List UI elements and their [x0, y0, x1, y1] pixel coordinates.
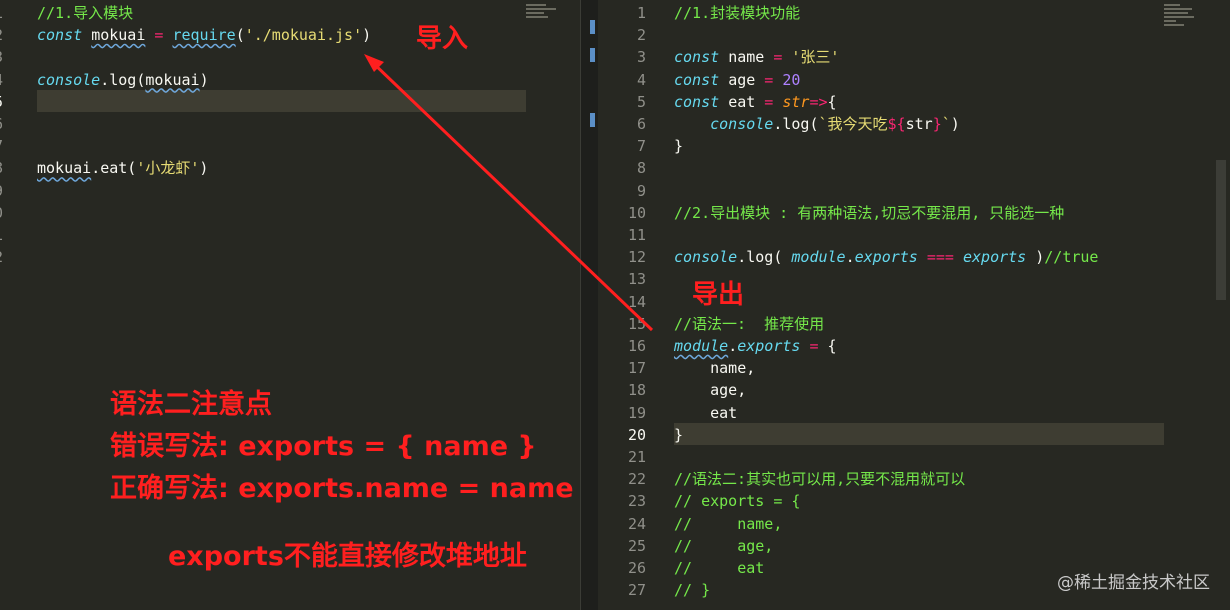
watermark: @稀土掘金技术社区 — [1057, 573, 1210, 593]
import-label: 导入 — [416, 24, 469, 54]
annotation-arrow — [364, 54, 654, 332]
heap-note: exports不能直接修改堆地址 — [168, 541, 527, 572]
export-label: 导出 — [692, 280, 745, 310]
note-title: 语法二注意点 — [110, 389, 272, 420]
right-usage: 正确写法: exports.name = name — [110, 473, 574, 504]
wrong-usage: 错误写法: exports = { name } — [110, 431, 537, 462]
